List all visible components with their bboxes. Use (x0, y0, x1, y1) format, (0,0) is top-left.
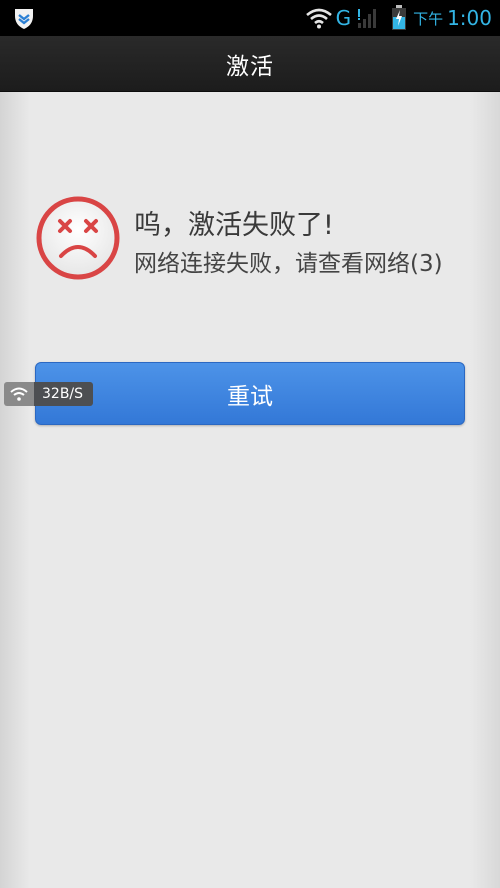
error-detail: 网络连接失败，请查看网络(3) (134, 251, 443, 277)
network-speed-value: 32B/S (34, 382, 94, 406)
shield-icon (15, 9, 33, 29)
page-title: 激活 (226, 53, 274, 80)
speed-widget-wifi (4, 382, 34, 406)
retry-button-label: 重试 (227, 383, 273, 410)
clock: 1:00 (447, 6, 492, 30)
battery-icon (392, 5, 407, 30)
sad-face-icon (36, 196, 120, 280)
wifi-icon (305, 8, 332, 29)
network-speed-widget[interactable]: 32B/S (4, 382, 94, 406)
wifi-icon (10, 387, 28, 401)
signal-icon (358, 9, 377, 28)
clock-prefix: 下午 (413, 9, 444, 28)
retry-button[interactable]: 重试 (35, 362, 465, 425)
error-title: 呜，激活失败了! (134, 210, 334, 241)
title-bar: 激活 (0, 36, 500, 92)
status-bar: G 下午 1:00 (0, 0, 500, 36)
network-type-label: G (335, 6, 352, 30)
status-indicators: G 下午 1:00 (305, 0, 492, 36)
